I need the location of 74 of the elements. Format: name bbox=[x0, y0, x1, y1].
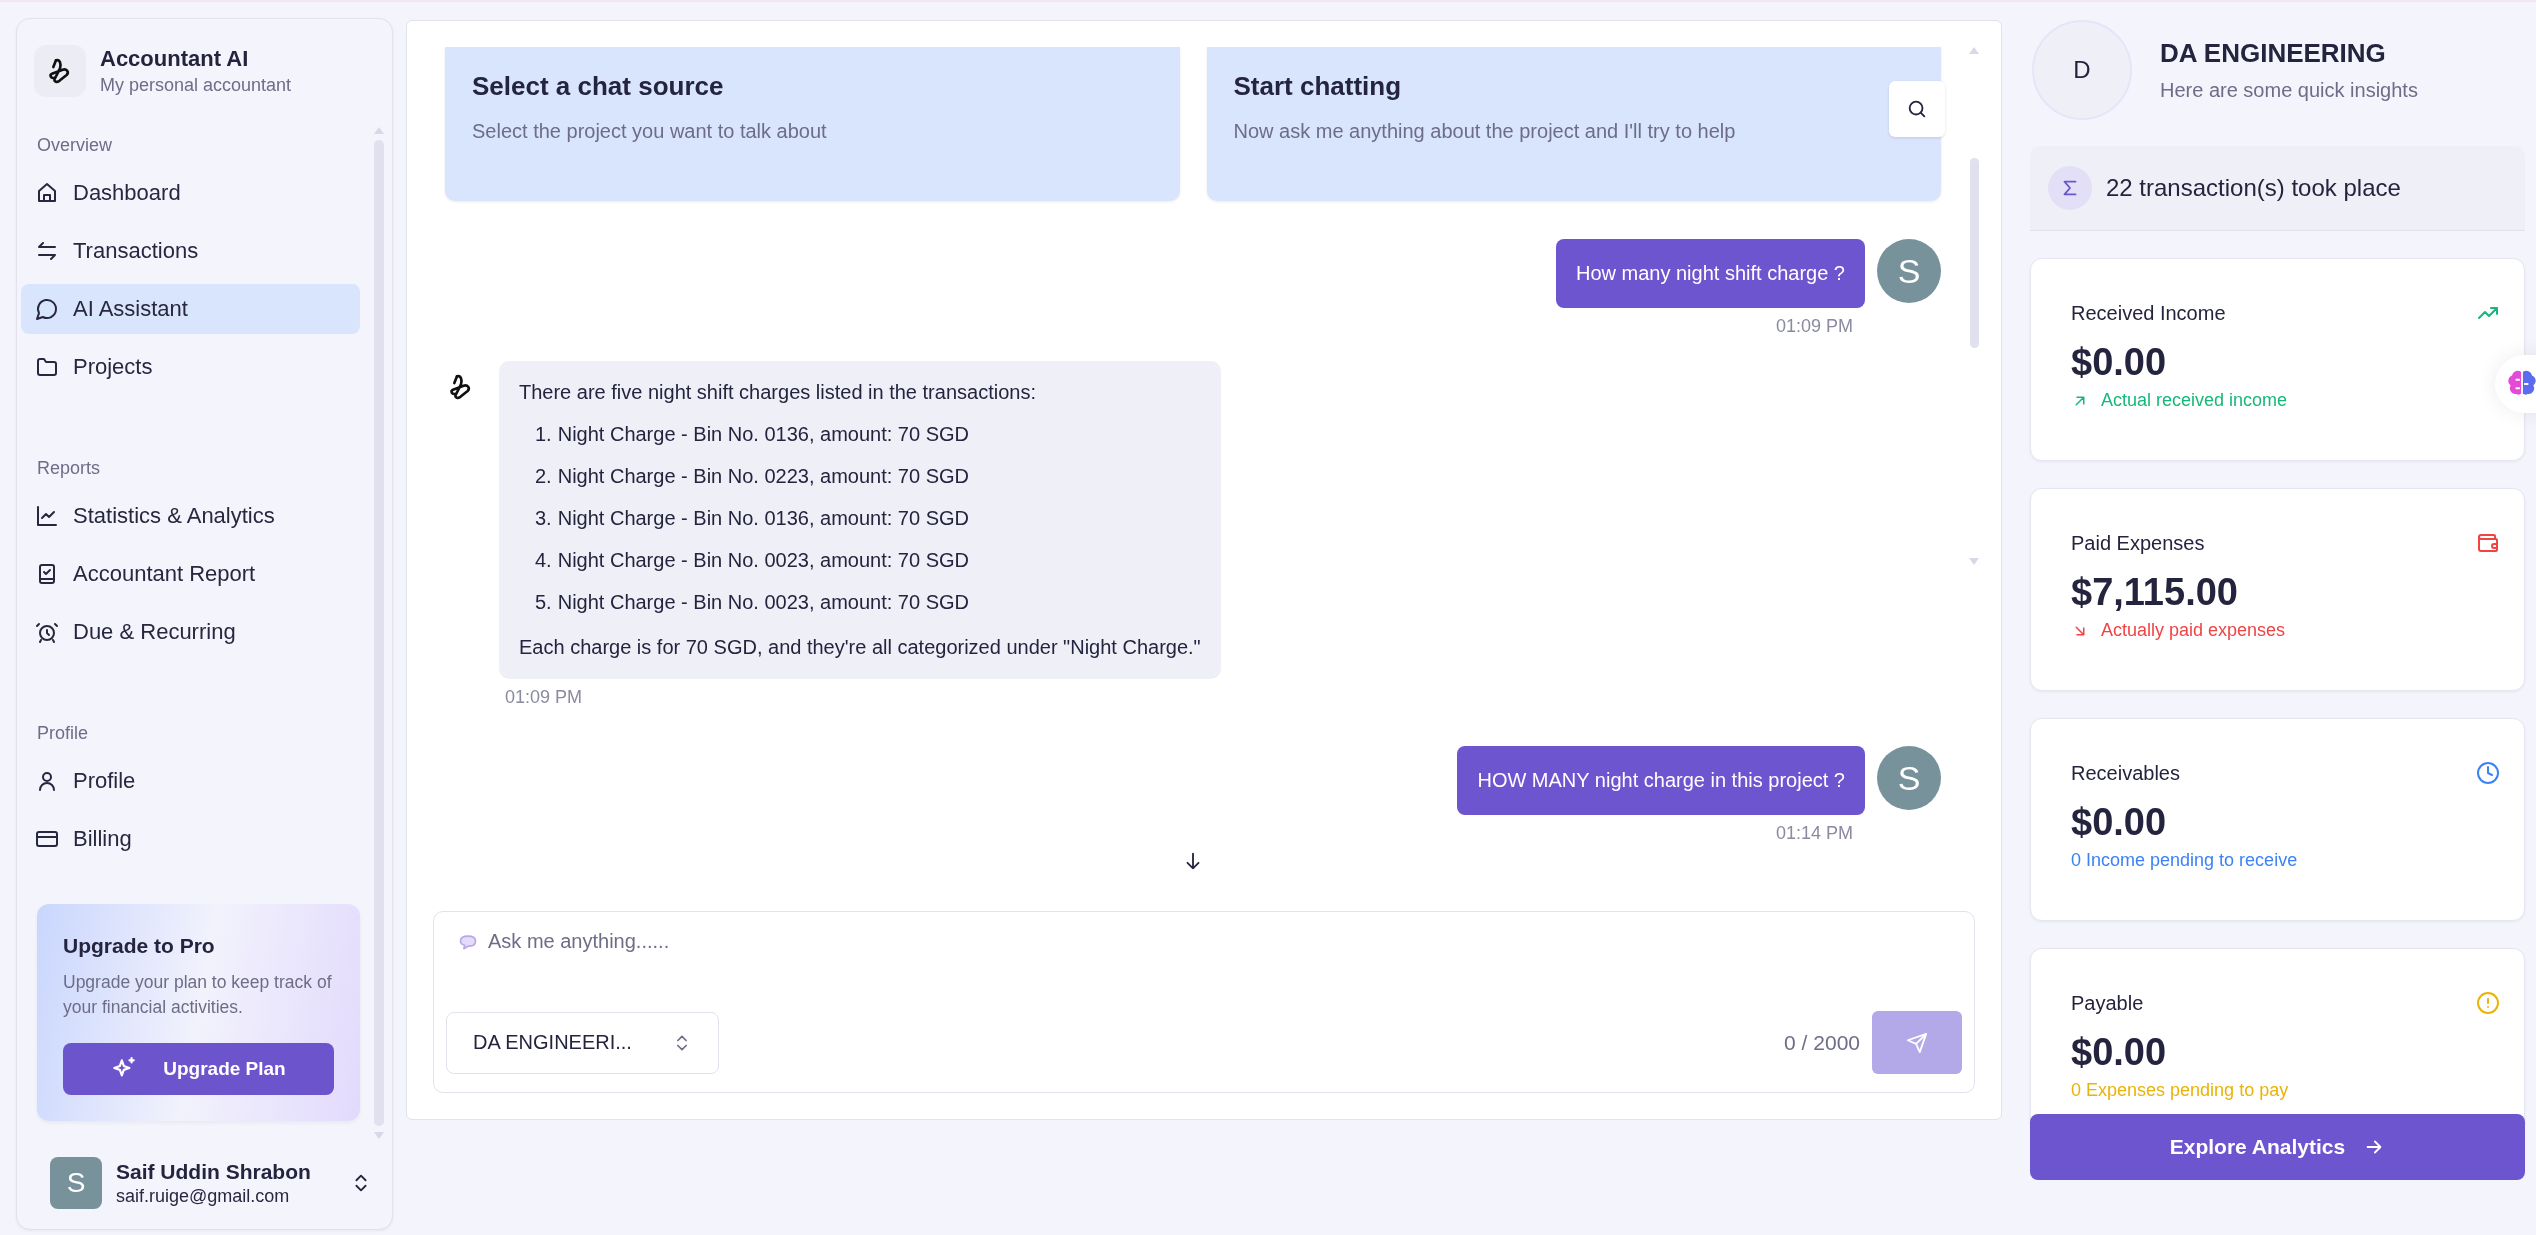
user-name: Saif Uddin Shrabon bbox=[116, 1159, 312, 1184]
list-item-text: Night Charge - Bin No. 0223, amount: 70 SGD bbox=[557, 465, 969, 488]
explore-analytics-button[interactable]: Explore Analytics bbox=[2030, 1114, 2525, 1180]
message-input[interactable]: Ask me anything...... bbox=[488, 930, 1962, 953]
project-title: DA ENGINEERING bbox=[2160, 38, 2387, 69]
list-number: 5. bbox=[535, 591, 552, 614]
list-item-text: Night Charge - Bin No. 0136, amount: 70 SGD bbox=[557, 507, 969, 530]
nav-item[interactable]: Dashboard bbox=[21, 168, 360, 218]
nav-item[interactable]: AI Assistant bbox=[21, 284, 360, 334]
user-avatar: S bbox=[1877, 239, 1941, 303]
intro-card-title: Select a chat source bbox=[472, 71, 725, 102]
send-icon bbox=[1906, 1031, 1928, 1054]
project-avatar: D bbox=[2032, 20, 2132, 120]
transaction-count: 22 transaction(s) took place bbox=[2106, 174, 2401, 202]
list-item-text: Night Charge - Bin No. 0023, amount: 70 SGD bbox=[557, 549, 969, 572]
intro-card-text: Now ask me anything about the project and I'll try to help bbox=[1233, 120, 1737, 143]
message-text: There are five night shift charges listed in the transactions: bbox=[519, 381, 1037, 404]
user-message: HOW MANY night charge in this project ? bbox=[1457, 746, 1865, 815]
list-item-text: Night Charge - Bin No. 0023, amount: 70 SGD bbox=[557, 591, 969, 614]
message-text: Each charge is for 70 SGD, and they're all categorized under "Night Charge." bbox=[519, 636, 1201, 659]
nav-item[interactable]: Projects bbox=[21, 342, 360, 392]
project-subtitle: Here are some quick insights bbox=[2160, 79, 2418, 102]
stat-title: Payable bbox=[2071, 991, 2144, 1015]
stat-note: Actual received income bbox=[2101, 390, 2288, 411]
stat-title: Received Income bbox=[2071, 301, 2226, 325]
list-number: 1. bbox=[535, 423, 552, 446]
user-avatar: S bbox=[1877, 746, 1941, 810]
arrows-icon bbox=[35, 239, 59, 263]
search-icon bbox=[1906, 98, 1928, 120]
list-number: 3. bbox=[535, 507, 552, 530]
nav-item[interactable]: Statistics & Analytics bbox=[21, 491, 360, 541]
intro-card-text: Select the project you want to talk about bbox=[472, 120, 828, 143]
user-message: How many night shift charge ? bbox=[1555, 239, 1865, 308]
app-name: Accountant AI bbox=[100, 46, 250, 72]
intro-card-title: Start chatting bbox=[1233, 71, 1403, 102]
stat-note: Actually paid expenses bbox=[2101, 620, 2286, 641]
stat-title: Receivables bbox=[2071, 761, 2180, 785]
nav-item[interactable]: Transactions bbox=[21, 226, 360, 276]
list-number: 4. bbox=[535, 549, 552, 572]
scrollbar[interactable] bbox=[372, 127, 386, 1139]
app-tagline: My personal accountant bbox=[100, 75, 292, 96]
alarm-clock-icon bbox=[35, 620, 59, 644]
user-email: saif.ruige@gmail.com bbox=[116, 1185, 291, 1207]
line-chart-icon bbox=[35, 504, 59, 528]
stat-amount: $7,115.00 bbox=[2071, 571, 2239, 614]
stat-amount: $0.00 bbox=[2071, 341, 2168, 384]
upgrade-text: Upgrade your plan to keep track of your financial activities. bbox=[63, 971, 333, 1020]
scrollbar[interactable] bbox=[1967, 47, 1981, 565]
stat-note: 0 Expenses pending to pay bbox=[2071, 1080, 2289, 1101]
user-avatar: S bbox=[50, 1157, 102, 1209]
folder-icon bbox=[35, 355, 59, 379]
stat-amount: $0.00 bbox=[2071, 1031, 2168, 1074]
list-item-text: Night Charge - Bin No. 0136, amount: 70 SGD bbox=[557, 423, 969, 446]
chat-bubble-icon bbox=[35, 297, 59, 321]
stat-note: 0 Income pending to receive bbox=[2071, 850, 2298, 871]
nav-item[interactable]: Due & Recurring bbox=[21, 607, 360, 657]
message-time: 01:14 PM bbox=[1775, 823, 1853, 844]
stat-amount: $0.00 bbox=[2071, 801, 2168, 844]
section-heading: Overview bbox=[37, 135, 113, 156]
project-select[interactable]: DA ENGINEERI... bbox=[446, 1011, 719, 1074]
search-button[interactable] bbox=[1889, 81, 1945, 137]
nav-item[interactable]: Profile bbox=[21, 756, 360, 806]
nav-item[interactable]: Accountant Report bbox=[21, 549, 360, 599]
upgrade-title: Upgrade to Pro bbox=[63, 934, 216, 958]
section-heading: Profile bbox=[37, 723, 90, 744]
list-number: 2. bbox=[535, 465, 552, 488]
upgrade-button[interactable]: Upgrade Plan bbox=[63, 1042, 334, 1095]
home-icon bbox=[35, 181, 59, 205]
message-time: 01:09 PM bbox=[505, 687, 584, 708]
character-counter: 0 / 2000 bbox=[1784, 1030, 1860, 1055]
message-time: 01:09 PM bbox=[1775, 316, 1853, 337]
stat-title: Paid Expenses bbox=[2071, 531, 2205, 555]
nav-item[interactable]: Billing bbox=[21, 814, 360, 864]
section-heading: Reports bbox=[37, 458, 102, 479]
